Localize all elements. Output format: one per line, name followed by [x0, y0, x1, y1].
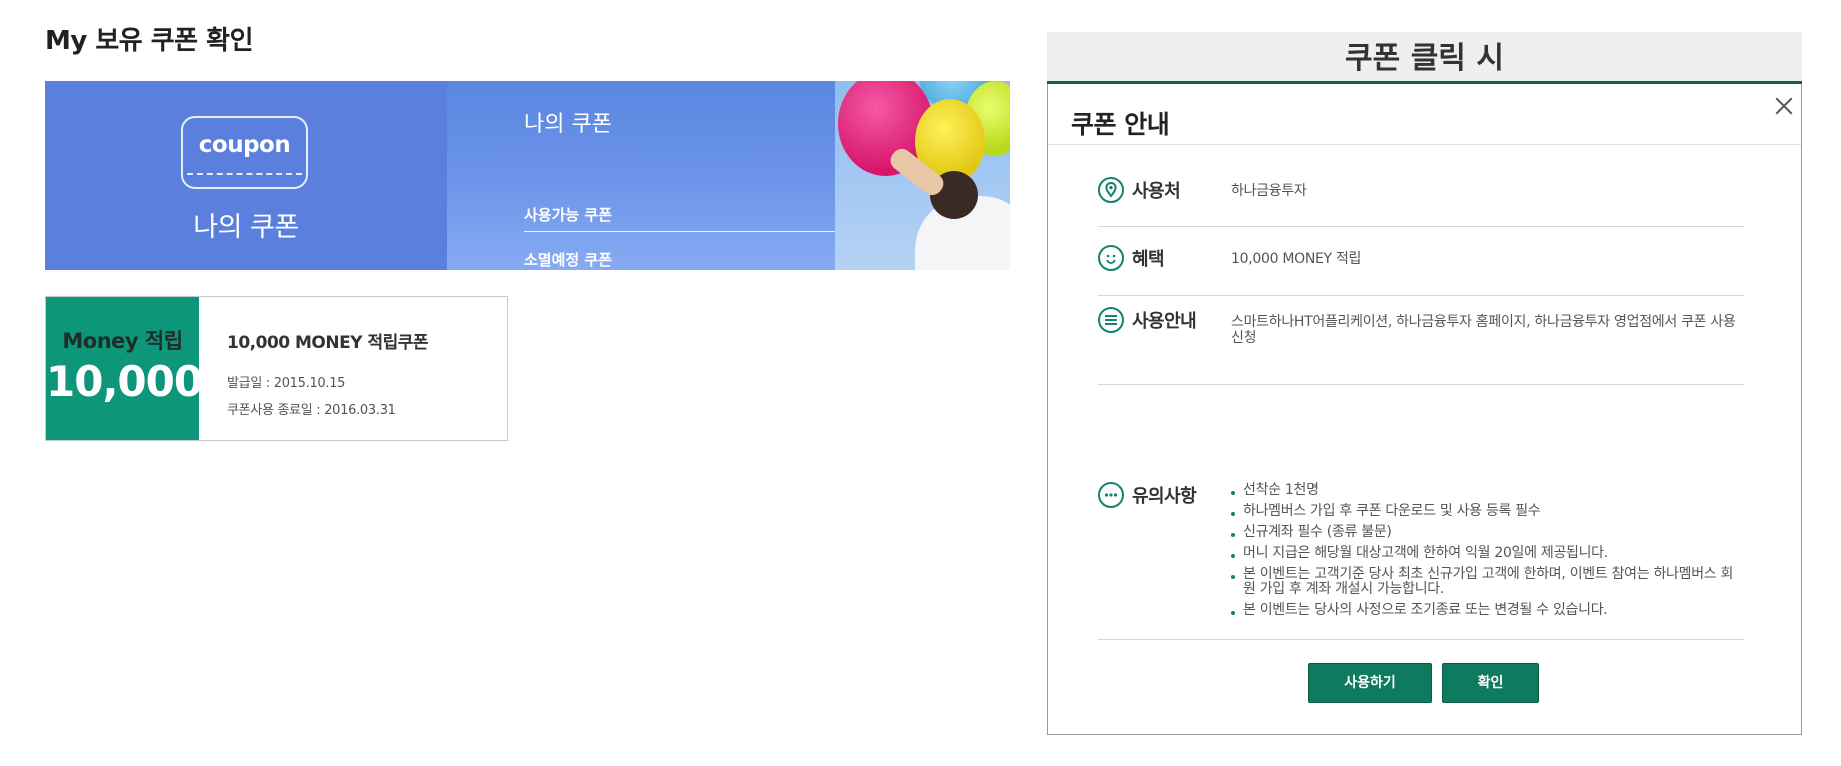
coupon-type-label: Money 적립	[62, 329, 183, 353]
info-row-location: 사용처 하나금융투자	[1098, 177, 1744, 227]
info-label-usage: 사용안내	[1132, 311, 1197, 332]
modal-top-border	[1047, 81, 1802, 84]
coupon-issue-date: 발급일 : 2015.10.15	[227, 376, 346, 391]
use-button[interactable]: 사용하기	[1308, 663, 1432, 703]
confirm-button[interactable]: 확인	[1442, 663, 1539, 703]
note-item: 머니 지급은 해당월 대상고객에 한하여 익월 20일에 제공됩니다.	[1231, 546, 1744, 561]
close-icon[interactable]	[1773, 95, 1795, 117]
balloon-photo	[835, 81, 1010, 270]
note-item: 신규계좌 필수 (종류 불문)	[1231, 525, 1744, 540]
available-coupon-row[interactable]: 사용가능 쿠폰 1	[524, 192, 878, 232]
coupon-title: 10,000 MONEY 적립쿠폰	[227, 333, 429, 353]
info-label-location: 사용처	[1132, 181, 1181, 202]
banner-left-label: 나의 쿠폰	[193, 212, 299, 243]
smile-icon	[1098, 245, 1124, 271]
expiring-coupon-label: 소멸예정 쿠폰	[524, 251, 613, 269]
list-icon	[1098, 307, 1124, 333]
info-row-usage: 사용안내 스마트하나HT어플리케이션, 하나금융투자 홈페이지, 하나금융투자 …	[1098, 303, 1744, 385]
coupon-end-date: 쿠폰사용 종료일 : 2016.03.31	[227, 403, 396, 418]
note-item: 선착순 1천명	[1231, 483, 1744, 498]
coupon-logo-text: coupon	[198, 132, 291, 158]
info-value-benefit: 10,000 MONEY 적립	[1231, 251, 1362, 267]
modal-title: 쿠폰 안내	[1071, 110, 1170, 139]
coupon-banner: coupon 나의 쿠폰 나의 쿠폰 사용가능 쿠폰 1 소멸예정 쿠폰 0	[45, 81, 1010, 270]
available-coupon-label: 사용가능 쿠폰	[524, 206, 613, 224]
note-item: 본 이벤트는 당사의 사정으로 조기종료 또는 변경될 수 있습니다.	[1231, 603, 1744, 618]
more-icon	[1098, 482, 1124, 508]
info-label-notes: 유의사항	[1132, 486, 1197, 507]
modal-divider	[1048, 144, 1801, 145]
coupon-logo: coupon	[181, 116, 308, 189]
banner-left-panel: coupon 나의 쿠폰	[45, 81, 447, 270]
info-row-benefit: 혜택 10,000 MONEY 적립	[1098, 241, 1744, 296]
banner-title: 나의 쿠폰	[524, 112, 612, 137]
page-title: My 보유 쿠폰 확인	[45, 26, 254, 56]
info-value-location: 하나금융투자	[1231, 183, 1307, 199]
location-pin-icon	[1098, 177, 1124, 203]
note-item: 하나멤버스 가입 후 쿠폰 다운로드 및 사용 등록 필수	[1231, 504, 1744, 519]
coupon-card[interactable]: Money 적립 10,000 10,000 MONEY 적립쿠폰 발급일 : …	[45, 296, 508, 441]
coupon-amount: 10,000	[46, 357, 203, 406]
note-item: 본 이벤트는 고객기준 당사 최초 신규가입 고객에 한하며, 이벤트 참여는 …	[1231, 567, 1744, 597]
coupon-amount-panel: Money 적립 10,000	[46, 297, 203, 440]
notes-list: 선착순 1천명 하나멤버스 가입 후 쿠폰 다운로드 및 사용 등록 필수 신규…	[1231, 483, 1744, 624]
info-value-usage: 스마트하나HT어플리케이션, 하나금융투자 홈페이지, 하나금융투자 영업점에서…	[1231, 314, 1736, 346]
coupon-logo-dash	[187, 173, 302, 175]
coupon-info-modal: 쿠폰 안내 사용처 하나금융투자 혜택 10,000 MONEY 적립 사용안내…	[1047, 81, 1802, 735]
expiring-coupon-row[interactable]: 소멸예정 쿠폰 0	[524, 237, 878, 270]
click-caption: 쿠폰 클릭 시	[1047, 32, 1802, 85]
info-label-benefit: 혜택	[1132, 249, 1165, 270]
info-row-notes: 유의사항 선착순 1천명 하나멤버스 가입 후 쿠폰 다운로드 및 사용 등록 …	[1098, 390, 1744, 640]
